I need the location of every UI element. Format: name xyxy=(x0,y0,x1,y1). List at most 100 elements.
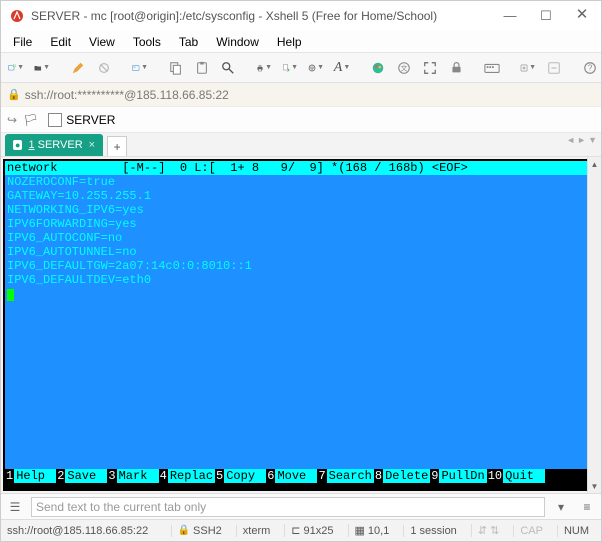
find-button[interactable] xyxy=(217,57,239,79)
status-cap: CAP xyxy=(513,525,549,537)
font-button[interactable]: A ▼ xyxy=(331,57,353,79)
status-size: ⊏ 91x25 xyxy=(284,524,339,537)
compose-target-icon[interactable]: ▾ xyxy=(551,497,571,517)
menu-file[interactable]: File xyxy=(5,33,40,51)
fullscreen-icon xyxy=(423,61,437,75)
editor-fkey-bar: 1Help 2Save 3Mark 4Replac 5Copy 6Move 7S… xyxy=(5,469,597,483)
fkey-pulldn[interactable]: 9PullDn xyxy=(430,469,486,483)
paste-icon xyxy=(195,61,209,75)
search-icon xyxy=(221,61,235,75)
fkey-quit[interactable]: 10Quit xyxy=(487,469,545,483)
palette-icon xyxy=(371,61,385,75)
menu-help[interactable]: Help xyxy=(269,33,310,51)
properties-button[interactable]: ▼ xyxy=(129,57,151,79)
help-icon: ? xyxy=(583,61,597,75)
new-session-button[interactable]: ▼ xyxy=(5,57,27,79)
printer-icon xyxy=(256,61,264,75)
bookmark-label: SERVER xyxy=(66,113,115,127)
editor-status-line: network [-M--] 0 L:[ 1+ 8 9/ 9] *(168 / … xyxy=(5,161,597,175)
close-button[interactable]: ✕ xyxy=(571,8,593,24)
font-icon: A xyxy=(334,60,343,76)
plus-panel-button[interactable]: ▼ xyxy=(517,57,539,79)
scroll-up-icon[interactable]: ▲ xyxy=(588,157,601,171)
arrow-return-icon[interactable]: ↪ xyxy=(7,113,17,127)
new-session-icon xyxy=(8,60,16,76)
fkey-copy[interactable]: 5Copy xyxy=(215,469,266,483)
keyboard-icon xyxy=(484,61,500,75)
status-num: NUM xyxy=(557,525,595,537)
fkey-search[interactable]: 7Search xyxy=(317,469,373,483)
scroll-down-icon[interactable]: ▼ xyxy=(588,479,601,493)
page-arrow-icon xyxy=(282,61,290,75)
card-icon xyxy=(132,60,140,76)
file-transfer-button[interactable]: ▼ xyxy=(279,57,301,79)
disconnect-icon xyxy=(97,61,111,75)
terminal[interactable]: network [-M--] 0 L:[ 1+ 8 9/ 9] *(168 / … xyxy=(3,159,599,491)
fkey-move[interactable]: 6Move xyxy=(266,469,317,483)
window-title: SERVER - mc [root@origin]:/etc/sysconfig… xyxy=(31,9,437,23)
app-icon xyxy=(9,8,25,24)
compose-toggle-icon[interactable]: ☰ xyxy=(5,497,25,517)
maximize-button[interactable]: ☐ xyxy=(535,8,557,24)
editor-body: NOZEROCONF=true GATEWAY=10.255.255.1 NET… xyxy=(5,175,597,469)
compose-input[interactable]: Send text to the current tab only xyxy=(31,497,545,517)
encoding-button[interactable]: 文 xyxy=(393,57,415,79)
session-tab-server[interactable]: ● 1 SERVER × xyxy=(5,134,103,156)
minus-panel-icon xyxy=(547,61,561,75)
reconnect-button[interactable] xyxy=(67,57,89,79)
fkey-replace[interactable]: 4Replac xyxy=(159,469,215,483)
disconnect-button[interactable] xyxy=(93,57,115,79)
address-bar: 🔒 ssh://root:**********@185.118.66.85:22 xyxy=(1,83,601,107)
titlebar: SERVER - mc [root@origin]:/etc/sysconfig… xyxy=(1,1,601,31)
bookmark-server[interactable]: SERVER xyxy=(44,111,119,129)
fkey-mark[interactable]: 3Mark xyxy=(107,469,158,483)
bookmark-flag-icon[interactable]: 🏳 xyxy=(23,113,38,127)
svg-text:文: 文 xyxy=(401,63,408,72)
menu-tab[interactable]: Tab xyxy=(171,33,206,51)
menu-view[interactable]: View xyxy=(81,33,123,51)
status-cursor: ▦ 10,1 xyxy=(348,524,396,537)
open-button[interactable]: ▼ xyxy=(31,57,53,79)
toolbar: ▼ ▼ ▼ ▼ ▼ ▼ A ▼ 文 xyxy=(1,53,601,83)
compose-menu-icon[interactable]: ≡ xyxy=(577,497,597,517)
fkey-delete[interactable]: 8Delete xyxy=(374,469,430,483)
menu-window[interactable]: Window xyxy=(208,33,267,51)
plus-panel-icon xyxy=(520,61,528,75)
keyboard-button[interactable] xyxy=(481,57,503,79)
globe-icon xyxy=(308,61,316,75)
print-button[interactable]: ▼ xyxy=(253,57,275,79)
pencil-icon xyxy=(71,61,85,75)
new-tab-button[interactable]: + xyxy=(107,136,127,156)
fkey-help[interactable]: 1Help xyxy=(5,469,56,483)
copy-button[interactable] xyxy=(165,57,187,79)
links-bar: ↪ 🏳 SERVER xyxy=(1,107,601,133)
cursor-pos-icon: ▦ xyxy=(355,524,365,537)
ssh-lock-icon: 🔒 xyxy=(7,88,21,101)
color-scheme-button[interactable] xyxy=(367,57,389,79)
statusbar: ssh://root@185.118.66.85:22 🔒SSH2 xterm … xyxy=(1,519,601,541)
menubar: File Edit View Tools Tab Window Help xyxy=(1,31,601,53)
paste-button[interactable] xyxy=(191,57,213,79)
terminal-scrollbar[interactable]: ▲ ▼ xyxy=(587,157,601,493)
menu-tools[interactable]: Tools xyxy=(125,33,169,51)
tab-prev-icon[interactable]: ◄ xyxy=(566,135,575,145)
svg-text:?: ? xyxy=(588,63,593,72)
menu-edit[interactable]: Edit xyxy=(42,33,79,51)
web-button[interactable]: ▼ xyxy=(305,57,327,79)
fullscreen-button[interactable] xyxy=(419,57,441,79)
size-icon: ⊏ xyxy=(291,524,300,537)
minimize-button[interactable]: — xyxy=(499,8,521,24)
tab-next-icon[interactable]: ► xyxy=(577,135,586,145)
lock-button[interactable] xyxy=(445,57,467,79)
compose-placeholder: Send text to the current tab only xyxy=(36,500,206,514)
compose-bar: ☰ Send text to the current tab only ▾ ≡ xyxy=(1,493,601,519)
address-text[interactable]: ssh://root:**********@185.118.66.85:22 xyxy=(25,88,229,102)
tab-list-icon[interactable]: ▼ xyxy=(588,135,597,145)
minus-panel-button[interactable] xyxy=(543,57,565,79)
tab-close-icon[interactable]: × xyxy=(89,139,95,151)
fkey-save[interactable]: 2Save xyxy=(56,469,107,483)
session-tabbar: ● 1 SERVER × + ◄ ► ▼ xyxy=(1,133,601,157)
help-button[interactable]: ? xyxy=(579,57,601,79)
session-icon xyxy=(48,113,62,127)
status-sessions: 1 session xyxy=(403,525,462,537)
